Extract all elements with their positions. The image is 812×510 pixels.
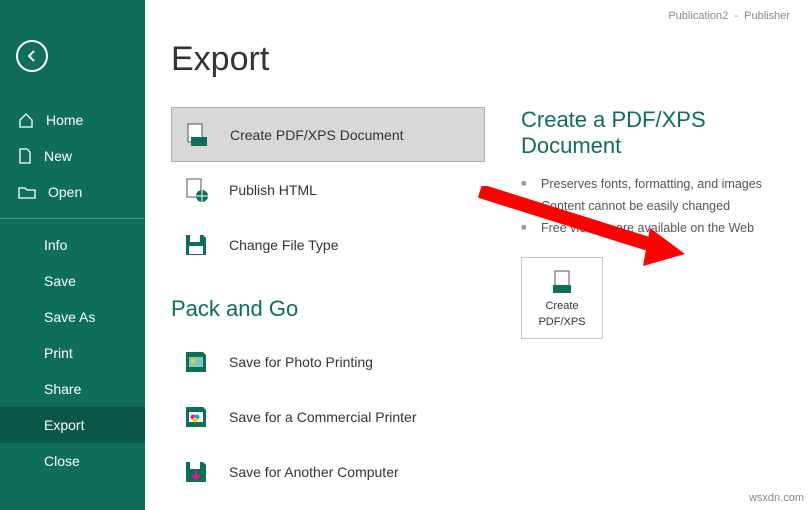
detail-panel: Create a PDF/XPS Document Preserves font… bbox=[521, 107, 786, 499]
titlebar: Publication2 - Publisher bbox=[668, 10, 790, 22]
detail-bullet: Preserves fonts, formatting, and images bbox=[521, 173, 786, 195]
button-text-1: Create bbox=[545, 300, 578, 312]
nav-label: Close bbox=[44, 453, 80, 469]
nav-label: Share bbox=[44, 381, 81, 397]
detail-bullets: Preserves fonts, formatting, and images … bbox=[521, 173, 786, 239]
option-label: Create PDF/XPS Document bbox=[230, 127, 404, 143]
cmyk-icon bbox=[181, 402, 211, 432]
new-icon bbox=[18, 148, 32, 164]
nav-open[interactable]: Open bbox=[0, 174, 145, 210]
watermark: wsxdn.com bbox=[749, 492, 804, 504]
option-label: Save for a Commercial Printer bbox=[229, 409, 417, 425]
export-options-list: Create PDF/XPS Document Publish HTML Cha… bbox=[171, 107, 485, 499]
main-panel: Publication2 - Publisher Export Create P… bbox=[145, 0, 812, 510]
photo-icon bbox=[181, 347, 211, 377]
option-publish-html[interactable]: Publish HTML bbox=[171, 162, 485, 217]
backstage-sidebar: Home New Open Info Save Save As Print Sh… bbox=[0, 0, 145, 510]
option-create-pdf-xps[interactable]: Create PDF/XPS Document bbox=[171, 107, 485, 162]
page-title: Export bbox=[171, 40, 786, 79]
option-save-commercial-printer[interactable]: Save for a Commercial Printer bbox=[171, 389, 485, 444]
nav-export[interactable]: Export bbox=[0, 407, 145, 443]
back-arrow-icon bbox=[25, 49, 39, 63]
nav-label: Export bbox=[44, 417, 84, 433]
nav-label: New bbox=[44, 148, 72, 164]
nav-print[interactable]: Print bbox=[0, 335, 145, 371]
back-button[interactable] bbox=[16, 40, 48, 72]
nav-close[interactable]: Close bbox=[0, 443, 145, 479]
detail-bullet: Free viewers are available on the Web bbox=[521, 217, 786, 239]
create-pdf-xps-button[interactable]: Create PDF/XPS bbox=[521, 257, 603, 339]
detail-bullet: Content cannot be easily changed bbox=[521, 195, 786, 217]
nav-saveas[interactable]: Save As bbox=[0, 299, 145, 335]
nav-label: Info bbox=[44, 237, 67, 253]
nav-home[interactable]: Home bbox=[0, 102, 145, 138]
pdf-action-icon bbox=[548, 268, 576, 296]
home-icon bbox=[18, 112, 34, 128]
pack-and-go-heading: Pack and Go bbox=[171, 296, 485, 322]
app-name: Publisher bbox=[744, 10, 790, 22]
nav-save[interactable]: Save bbox=[0, 263, 145, 299]
pdf-icon bbox=[182, 120, 212, 150]
option-change-filetype[interactable]: Change File Type bbox=[171, 217, 485, 272]
divider bbox=[0, 218, 145, 219]
nav-share[interactable]: Share bbox=[0, 371, 145, 407]
option-label: Save for Photo Printing bbox=[229, 354, 373, 370]
nav-label: Home bbox=[46, 112, 83, 128]
detail-title: Create a PDF/XPS Document bbox=[521, 107, 786, 159]
option-label: Save for Another Computer bbox=[229, 464, 399, 480]
option-label: Publish HTML bbox=[229, 182, 317, 198]
option-save-photo-printing[interactable]: Save for Photo Printing bbox=[171, 334, 485, 389]
export-save-icon bbox=[181, 457, 211, 487]
nav-label: Save As bbox=[44, 309, 95, 325]
nav-label: Save bbox=[44, 273, 76, 289]
nav-info[interactable]: Info bbox=[0, 227, 145, 263]
button-text-2: PDF/XPS bbox=[538, 316, 585, 328]
option-label: Change File Type bbox=[229, 237, 338, 253]
option-save-another-computer[interactable]: Save for Another Computer bbox=[171, 444, 485, 499]
nav-new[interactable]: New bbox=[0, 138, 145, 174]
open-icon bbox=[18, 185, 36, 199]
doc-name: Publication2 bbox=[668, 10, 728, 22]
save-icon bbox=[181, 230, 211, 260]
html-icon bbox=[181, 175, 211, 205]
nav-label: Print bbox=[44, 345, 73, 361]
nav-label: Open bbox=[48, 184, 82, 200]
